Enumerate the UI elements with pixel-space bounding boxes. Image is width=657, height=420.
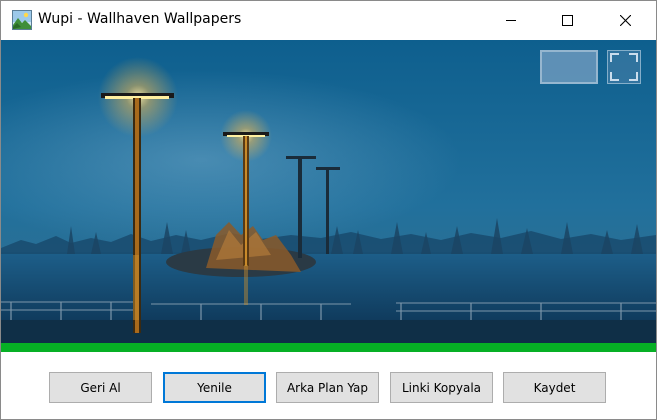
window-title: Wupi - Wallhaven Wallpapers xyxy=(38,11,242,27)
wallpaper-preview[interactable] xyxy=(1,40,656,343)
set-background-button[interactable]: Arka Plan Yap xyxy=(276,372,379,403)
close-icon xyxy=(619,14,631,26)
minimize-button[interactable] xyxy=(488,1,534,39)
fit-wallpaper-button[interactable] xyxy=(540,50,598,84)
app-window: Wupi - Wallhaven Wallpapers Geri Al Yeni… xyxy=(0,0,657,420)
save-button[interactable]: Kaydet xyxy=(503,372,606,403)
maximize-icon xyxy=(561,14,573,26)
fullscreen-icon xyxy=(607,50,641,84)
refresh-button[interactable]: Yenile xyxy=(163,372,266,403)
maximize-button[interactable] xyxy=(544,1,590,39)
copy-link-button[interactable]: Linki Kopyala xyxy=(390,372,493,403)
progress-fill xyxy=(1,343,656,352)
app-icon xyxy=(12,10,32,30)
undo-button[interactable]: Geri Al xyxy=(49,372,152,403)
title-bar[interactable]: Wupi - Wallhaven Wallpapers xyxy=(1,1,656,39)
wallpaper-image xyxy=(1,40,656,343)
minimize-icon xyxy=(506,20,516,21)
close-button[interactable] xyxy=(602,1,648,39)
button-bar: Geri Al Yenile Arka Plan Yap Linki Kopya… xyxy=(1,352,656,419)
fullscreen-button[interactable] xyxy=(607,50,641,84)
download-progress-bar xyxy=(1,343,656,352)
